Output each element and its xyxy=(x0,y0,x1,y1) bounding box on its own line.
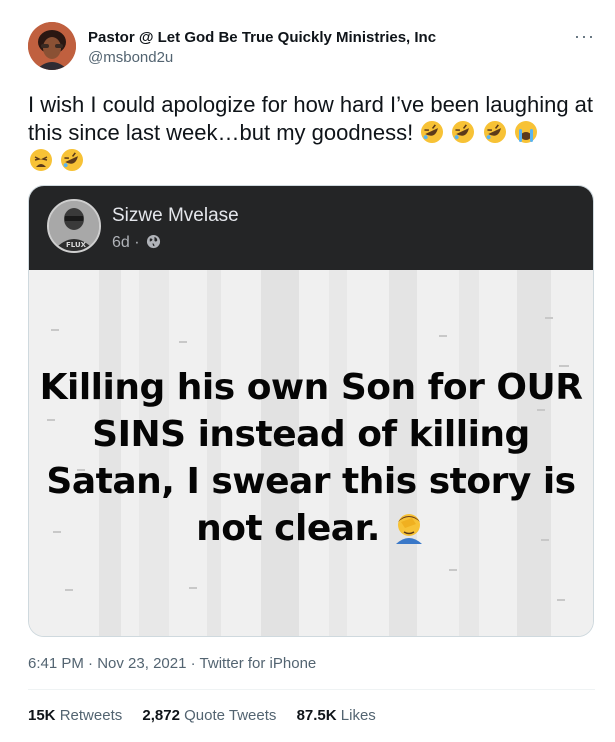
embedded-image-card[interactable]: FLUX Sizwe Mvelase 6d · Killing his own … xyxy=(28,185,594,637)
author-display-name[interactable]: Pastor @ Let God Be True Quickly Ministr… xyxy=(88,29,436,46)
tweet-text-body: I wish I could apologize for how hard I’… xyxy=(28,92,594,145)
retweets-count: 15K xyxy=(28,707,56,724)
source-separator: · xyxy=(190,655,196,672)
tweet-text: I wish I could apologize for how hard I’… xyxy=(28,91,598,175)
avatar-shirt-text: FLUX xyxy=(66,241,87,249)
quote-tweets-count: 2,872 xyxy=(142,707,180,724)
weary-face-emoji-icon xyxy=(30,149,52,171)
likes-label: Likes xyxy=(340,707,376,724)
author-avatar[interactable] xyxy=(28,22,76,70)
tweet-stats: 15K Retweets 2,872 Quote Tweets 87.5K Li… xyxy=(28,707,392,724)
timestamp-separator: · xyxy=(88,655,94,672)
tweet-source[interactable]: Twitter for iPhone xyxy=(200,655,317,672)
rolling-laughing-emoji-icon xyxy=(61,149,84,171)
poster-name: Sizwe Mvelase xyxy=(112,205,239,226)
post-meta-separator: · xyxy=(134,234,140,251)
author-info: Pastor @ Let God Be True Quickly Ministr… xyxy=(88,29,436,66)
rolling-laughing-emoji-icon xyxy=(483,121,506,143)
rolling-laughing-emoji-icon xyxy=(452,121,475,143)
author-handle[interactable]: @msbond2u xyxy=(88,49,436,66)
post-age: 6d xyxy=(112,234,130,251)
retweets-stat[interactable]: 15K Retweets xyxy=(28,707,122,724)
post-meta: 6d · xyxy=(112,234,161,252)
quote-text-body: Killing his own Son for OUR SINS instead… xyxy=(39,367,583,549)
quote-tweets-label: Quote Tweets xyxy=(184,707,277,724)
retweets-label: Retweets xyxy=(59,707,123,724)
more-options-icon[interactable]: ··· xyxy=(574,26,595,47)
divider xyxy=(28,689,595,690)
quote-image: Killing his own Son for OUR SINS instead… xyxy=(29,270,593,636)
tweet-time[interactable]: 6:41 PM xyxy=(28,655,84,672)
tweet: Pastor @ Let God Be True Quickly Ministr… xyxy=(0,0,615,742)
loudly-crying-emoji-icon xyxy=(514,121,537,143)
likes-count: 87.5K xyxy=(296,707,337,724)
embedded-post-header: FLUX Sizwe Mvelase 6d · xyxy=(29,186,593,270)
person-facepalming-emoji-icon xyxy=(395,514,422,544)
quote-tweets-stat[interactable]: 2,872 Quote Tweets xyxy=(142,707,276,724)
tweet-timestamp: 6:41 PM · Nov 23, 2021 · Twitter for iPh… xyxy=(28,655,316,672)
rolling-laughing-emoji-icon xyxy=(421,121,444,143)
tweet-date[interactable]: Nov 23, 2021 xyxy=(97,655,186,672)
globe-icon xyxy=(146,234,161,249)
quote-text: Killing his own Son for OUR SINS instead… xyxy=(29,364,593,552)
likes-stat[interactable]: 87.5K Likes xyxy=(297,707,376,724)
poster-avatar: FLUX xyxy=(47,199,101,253)
